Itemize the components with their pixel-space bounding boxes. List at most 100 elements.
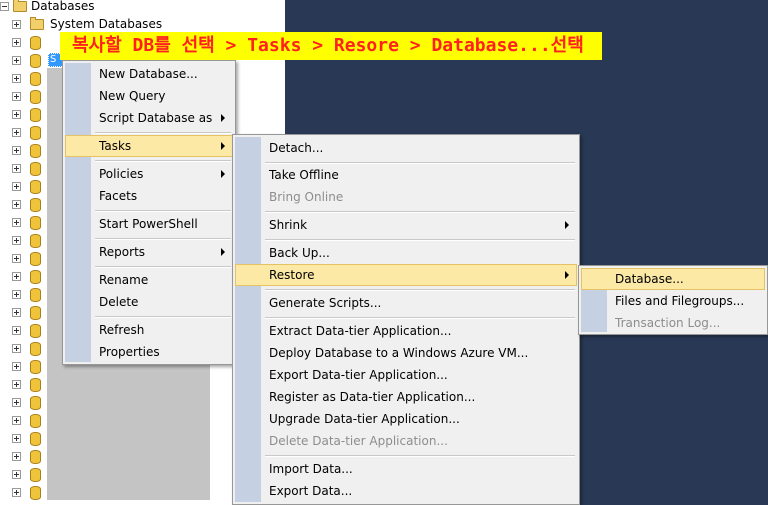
submenu-arrow-icon: [221, 142, 225, 150]
expand-icon[interactable]: [12, 452, 21, 461]
selected-node-label: S: [50, 54, 57, 65]
menu-item-delete-data-tier[interactable]: Delete Data-tier Application...: [235, 430, 577, 452]
menu-separator: [95, 316, 231, 318]
expand-icon[interactable]: [12, 56, 21, 65]
menu-item-refresh[interactable]: Refresh: [65, 319, 233, 341]
menu-item-take-offline[interactable]: Take Offline: [235, 164, 577, 186]
database-icon: [30, 144, 41, 158]
database-icon: [30, 126, 41, 140]
menu-item-files-and-filegroups[interactable]: Files and Filegroups...: [581, 290, 765, 312]
database-icon: [30, 108, 41, 122]
expand-icon[interactable]: [12, 344, 21, 353]
menu-item-new-query[interactable]: New Query: [65, 85, 233, 107]
collapse-icon[interactable]: [0, 2, 9, 11]
expand-icon[interactable]: [12, 164, 21, 173]
database-icon: [30, 54, 41, 68]
expand-icon[interactable]: [12, 398, 21, 407]
menu-separator: [95, 132, 231, 134]
menu-item-restore[interactable]: Restore: [235, 264, 577, 286]
expand-icon[interactable]: [12, 146, 21, 155]
menu-item-label: New Query: [99, 89, 166, 103]
menu-item-back-up[interactable]: Back Up...: [235, 242, 577, 264]
expand-icon[interactable]: [12, 38, 21, 47]
menu-item-tasks[interactable]: Tasks: [65, 135, 233, 157]
database-icon: [30, 288, 41, 302]
menu-item-detach[interactable]: Detach...: [235, 137, 577, 159]
database-icon: [30, 468, 41, 482]
menu-item-generate-scripts[interactable]: Generate Scripts...: [235, 292, 577, 314]
menu-separator: [95, 238, 231, 240]
database-context-menu: New Database... New Query Script Databas…: [62, 60, 236, 365]
menu-item-delete[interactable]: Delete: [65, 291, 233, 313]
menu-item-label: Export Data...: [269, 484, 353, 498]
database-icon: [30, 414, 41, 428]
expand-icon[interactable]: [12, 182, 21, 191]
database-icon: [30, 234, 41, 248]
menu-item-label: Files and Filegroups...: [615, 294, 745, 308]
menu-item-transaction-log[interactable]: Transaction Log...: [581, 312, 765, 334]
menu-item-bring-online[interactable]: Bring Online: [235, 186, 577, 208]
menu-item-label: Back Up...: [269, 246, 330, 260]
menu-item-reports[interactable]: Reports: [65, 241, 233, 263]
menu-separator: [95, 160, 231, 162]
expand-icon[interactable]: [12, 470, 21, 479]
expand-icon[interactable]: [12, 416, 21, 425]
restore-submenu: Database... Files and Filegroups... Tran…: [578, 265, 768, 335]
menu-item-export-data[interactable]: Export Data...: [235, 480, 577, 502]
database-icon: [30, 450, 41, 464]
database-icon: [30, 216, 41, 230]
menu-item-label: Bring Online: [269, 190, 344, 204]
expand-icon[interactable]: [12, 380, 21, 389]
menu-item-restore-database[interactable]: Database...: [581, 268, 765, 290]
expand-icon[interactable]: [12, 290, 21, 299]
expand-icon[interactable]: [12, 236, 21, 245]
expand-icon[interactable]: [12, 20, 21, 29]
database-icon: [30, 486, 41, 500]
expand-icon[interactable]: [12, 128, 21, 137]
menu-separator: [265, 289, 575, 291]
submenu-arrow-icon: [221, 114, 225, 122]
menu-item-upgrade-data-tier[interactable]: Upgrade Data-tier Application...: [235, 408, 577, 430]
expand-icon[interactable]: [12, 308, 21, 317]
menu-item-label: Tasks: [99, 139, 132, 153]
menu-item-label: Extract Data-tier Application...: [269, 324, 452, 338]
expand-icon[interactable]: [12, 362, 21, 371]
menu-item-rename[interactable]: Rename: [65, 269, 233, 291]
expand-icon[interactable]: [12, 200, 21, 209]
menu-item-import-data[interactable]: Import Data...: [235, 458, 577, 480]
tasks-submenu: Detach... Take Offline Bring Online Shri…: [232, 134, 580, 505]
menu-item-facets[interactable]: Facets: [65, 185, 233, 207]
folder-icon: [30, 17, 44, 30]
submenu-arrow-icon: [221, 248, 225, 256]
menu-item-export-data-tier[interactable]: Export Data-tier Application...: [235, 364, 577, 386]
menu-item-label: Rename: [99, 273, 149, 287]
expand-icon[interactable]: [12, 272, 21, 281]
menu-item-properties[interactable]: Properties: [65, 341, 233, 363]
expand-icon[interactable]: [12, 218, 21, 227]
menu-item-policies[interactable]: Policies: [65, 163, 233, 185]
expand-icon[interactable]: [12, 434, 21, 443]
tree-node-databases[interactable]: Databases: [0, 0, 285, 16]
expand-icon[interactable]: [12, 488, 21, 497]
expand-icon[interactable]: [12, 110, 21, 119]
menu-item-new-database[interactable]: New Database...: [65, 63, 233, 85]
submenu-arrow-icon: [221, 170, 225, 178]
expand-icon[interactable]: [12, 326, 21, 335]
menu-separator: [265, 317, 575, 319]
menu-item-shrink[interactable]: Shrink: [235, 214, 577, 236]
menu-item-start-powershell[interactable]: Start PowerShell: [65, 213, 233, 235]
database-icon: [30, 432, 41, 446]
menu-item-label: Shrink: [269, 218, 308, 232]
menu-item-deploy-to-azure-vm[interactable]: Deploy Database to a Windows Azure VM...: [235, 342, 577, 364]
expand-icon[interactable]: [12, 74, 21, 83]
menu-item-script-database-as[interactable]: Script Database as: [65, 107, 233, 129]
menu-item-register-data-tier[interactable]: Register as Data-tier Application...: [235, 386, 577, 408]
expand-icon[interactable]: [12, 92, 21, 101]
database-icon: [30, 360, 41, 374]
expand-icon[interactable]: [12, 254, 21, 263]
menu-separator: [95, 210, 231, 212]
menu-item-label: Import Data...: [269, 462, 353, 476]
submenu-arrow-icon: [565, 221, 569, 229]
database-icon: [30, 306, 41, 320]
menu-item-extract-data-tier[interactable]: Extract Data-tier Application...: [235, 320, 577, 342]
